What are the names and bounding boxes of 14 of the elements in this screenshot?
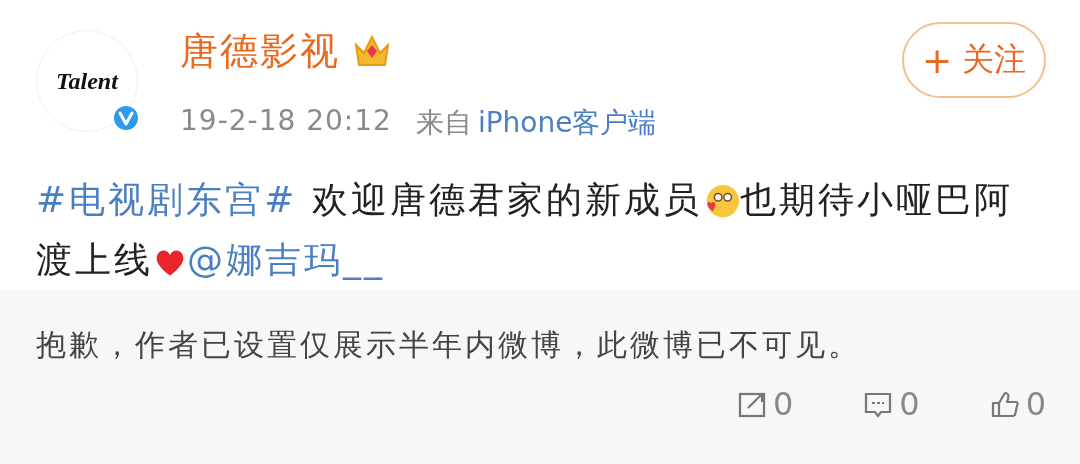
repost-button[interactable]: 0 (736, 385, 794, 423)
follow-button[interactable]: + 关注 (902, 22, 1046, 98)
thumbs-up-icon (989, 389, 1020, 419)
avatar-logo-text: Talent (56, 67, 118, 95)
post-time: 19-2-18 20:12 (180, 104, 392, 139)
notice-text: 抱歉，作者已设置仅展示半年内微博，此微博已不可见。 (36, 326, 862, 364)
author-name[interactable]: 唐德影视 (180, 25, 340, 77)
source-label: 来自 (415, 105, 472, 141)
post-text: #电视剧东宫# 欢迎唐德君家的新成员 也期待小哑巴阿渡上线 @娜吉玛__ (36, 178, 1014, 282)
comment-button[interactable]: 0 (863, 385, 920, 423)
post-link[interactable]: #电视剧东宫# (36, 179, 298, 220)
like-button[interactable]: 0 (989, 385, 1046, 423)
source-link[interactable]: iPhone客户端 (477, 104, 657, 142)
post-link[interactable]: @娜吉玛__ (187, 239, 385, 280)
